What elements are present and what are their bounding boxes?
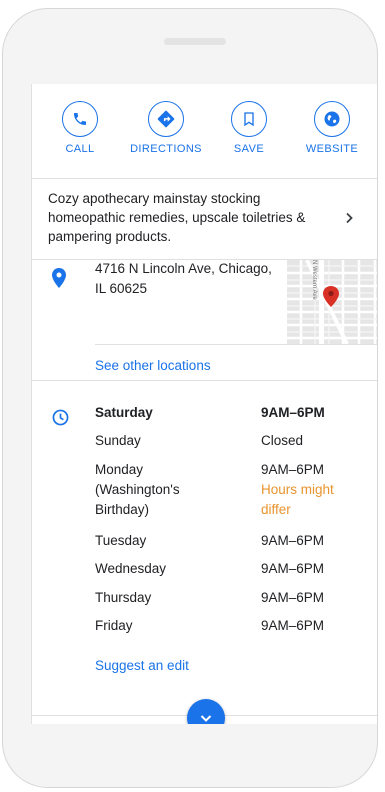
bookmark-icon xyxy=(231,101,267,137)
hours-time: 9AM–6PM xyxy=(261,405,325,420)
hours-time: 9AM–6PM xyxy=(261,590,325,605)
action-bar: CALL DIRECTIONS SAVE WEBSITE xyxy=(32,84,377,179)
website-button[interactable]: WEBSITE xyxy=(296,101,368,155)
hours-day: Friday xyxy=(95,618,133,633)
hours-time: 9AM–6PM xyxy=(261,462,325,477)
globe-icon xyxy=(314,101,350,137)
place-description[interactable]: Cozy apothecary mainstay stocking homeop… xyxy=(48,189,328,246)
hours-time: 9AM–6PM xyxy=(261,561,325,576)
hours-time: 9AM–6PM xyxy=(261,533,325,548)
phone-speaker xyxy=(164,38,226,45)
location-pin-icon xyxy=(52,268,66,293)
chevron-down-icon xyxy=(200,715,212,722)
directions-label: DIRECTIONS xyxy=(130,143,202,155)
map-street-label: N Western Ave xyxy=(311,260,317,300)
hours-time: Closed xyxy=(261,433,304,448)
expand-button[interactable] xyxy=(187,699,225,724)
save-label: SAVE xyxy=(233,143,265,155)
hours-time: 9AM–6PM xyxy=(261,618,325,633)
directions-button[interactable]: DIRECTIONS xyxy=(127,101,205,155)
suggest-edit-link[interactable]: Suggest an edit xyxy=(95,658,189,673)
divider xyxy=(32,178,377,179)
place-details-panel: CALL DIRECTIONS SAVE WEBSITE Cozy apothe… xyxy=(31,84,377,724)
clock-icon xyxy=(52,409,69,431)
hours-day: Wednesday xyxy=(95,561,167,576)
call-label: CALL xyxy=(65,143,95,155)
website-label: WEBSITE xyxy=(305,143,359,155)
address-text[interactable]: 4716 N Lincoln Ave, Chicago, IL 60625 xyxy=(95,259,285,299)
map-thumbnail[interactable]: N Western Ave xyxy=(287,260,377,344)
call-button[interactable]: CALL xyxy=(44,101,116,155)
phone-frame: CALL DIRECTIONS SAVE WEBSITE Cozy apothe… xyxy=(2,8,378,788)
hours-day: Tuesday xyxy=(95,533,147,548)
chevron-right-icon[interactable] xyxy=(343,211,355,229)
hours-day: Monday (Washington's Birthday) xyxy=(95,462,180,517)
divider xyxy=(32,380,377,381)
directions-icon xyxy=(148,101,184,137)
save-button[interactable]: SAVE xyxy=(213,101,285,155)
see-other-locations-link[interactable]: See other locations xyxy=(95,358,211,373)
hours-time-block: 9AM–6PM Hours might differ xyxy=(261,460,371,520)
hours-day: Sunday xyxy=(95,433,141,448)
hours-day: Saturday xyxy=(95,405,153,420)
hours-note: Hours might differ xyxy=(261,482,334,517)
divider xyxy=(95,344,377,345)
phone-icon xyxy=(62,101,98,137)
hours-day: Thursday xyxy=(95,590,152,605)
